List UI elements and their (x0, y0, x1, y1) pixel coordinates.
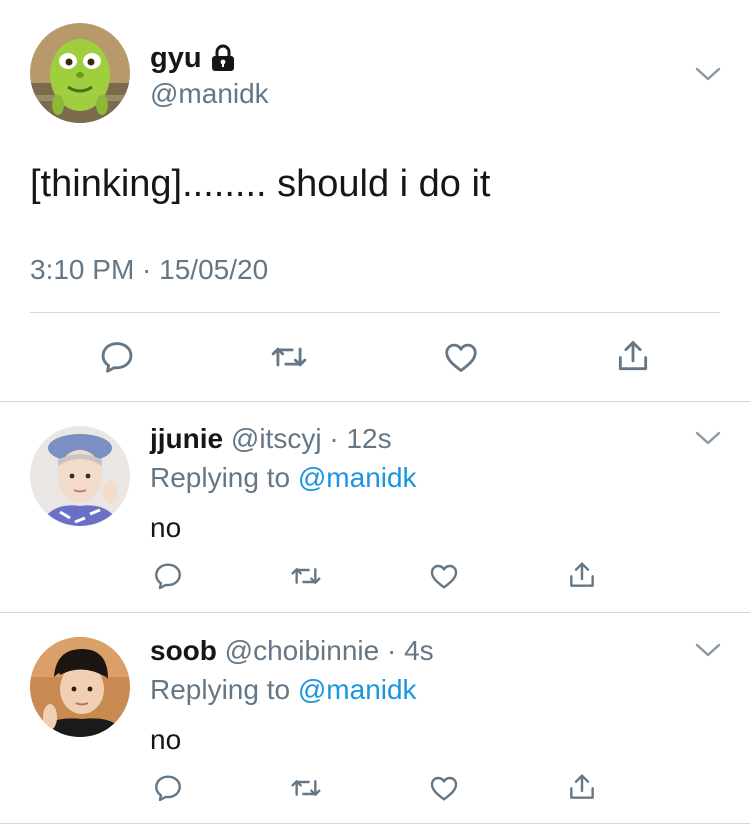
divider (0, 401, 750, 402)
tweet-text: [thinking]........ should i do it (30, 163, 491, 205)
display-name[interactable]: jjunie (150, 423, 223, 454)
chevron-down-icon[interactable] (694, 640, 722, 660)
handle[interactable]: @choibinnie (225, 635, 380, 666)
chevron-down-icon[interactable] (694, 64, 722, 84)
divider (0, 612, 750, 613)
tweet-text: no (150, 512, 182, 543)
divider (0, 823, 750, 824)
tweet-text: no (150, 724, 182, 755)
like-icon[interactable] (426, 559, 462, 593)
avatar[interactable] (30, 637, 130, 737)
reply-icon[interactable] (150, 559, 186, 593)
divider (30, 312, 720, 313)
handle[interactable]: @manidk (150, 78, 269, 110)
reply-icon[interactable] (96, 337, 138, 377)
replying-to: Replying to @manidk (150, 462, 417, 494)
replying-label: Replying to (150, 674, 291, 705)
chevron-down-icon[interactable] (694, 428, 722, 448)
replying-to-link[interactable]: @manidk (298, 674, 417, 705)
timestamp: 3:10 PM · 15/05/20 (30, 254, 269, 285)
like-icon[interactable] (440, 337, 482, 377)
retweet-icon[interactable] (268, 337, 310, 377)
replying-to-link[interactable]: @manidk (298, 462, 417, 493)
replying-label: Replying to (150, 462, 291, 493)
avatar[interactable] (30, 23, 130, 123)
avatar[interactable] (30, 426, 130, 526)
lock-icon (210, 44, 236, 72)
reply-icon[interactable] (150, 771, 186, 805)
retweet-icon[interactable] (288, 559, 324, 593)
replying-to: Replying to @manidk (150, 674, 417, 706)
share-icon[interactable] (612, 335, 654, 377)
time-ago: · 12s (329, 423, 392, 454)
like-icon[interactable] (426, 771, 462, 805)
display-name[interactable]: soob (150, 635, 217, 666)
share-icon[interactable] (564, 557, 600, 593)
display-name[interactable]: gyu (150, 42, 202, 75)
handle[interactable]: @itscyj (231, 423, 322, 454)
share-icon[interactable] (564, 769, 600, 805)
time-ago: · 4s (386, 635, 434, 666)
retweet-icon[interactable] (288, 771, 324, 805)
